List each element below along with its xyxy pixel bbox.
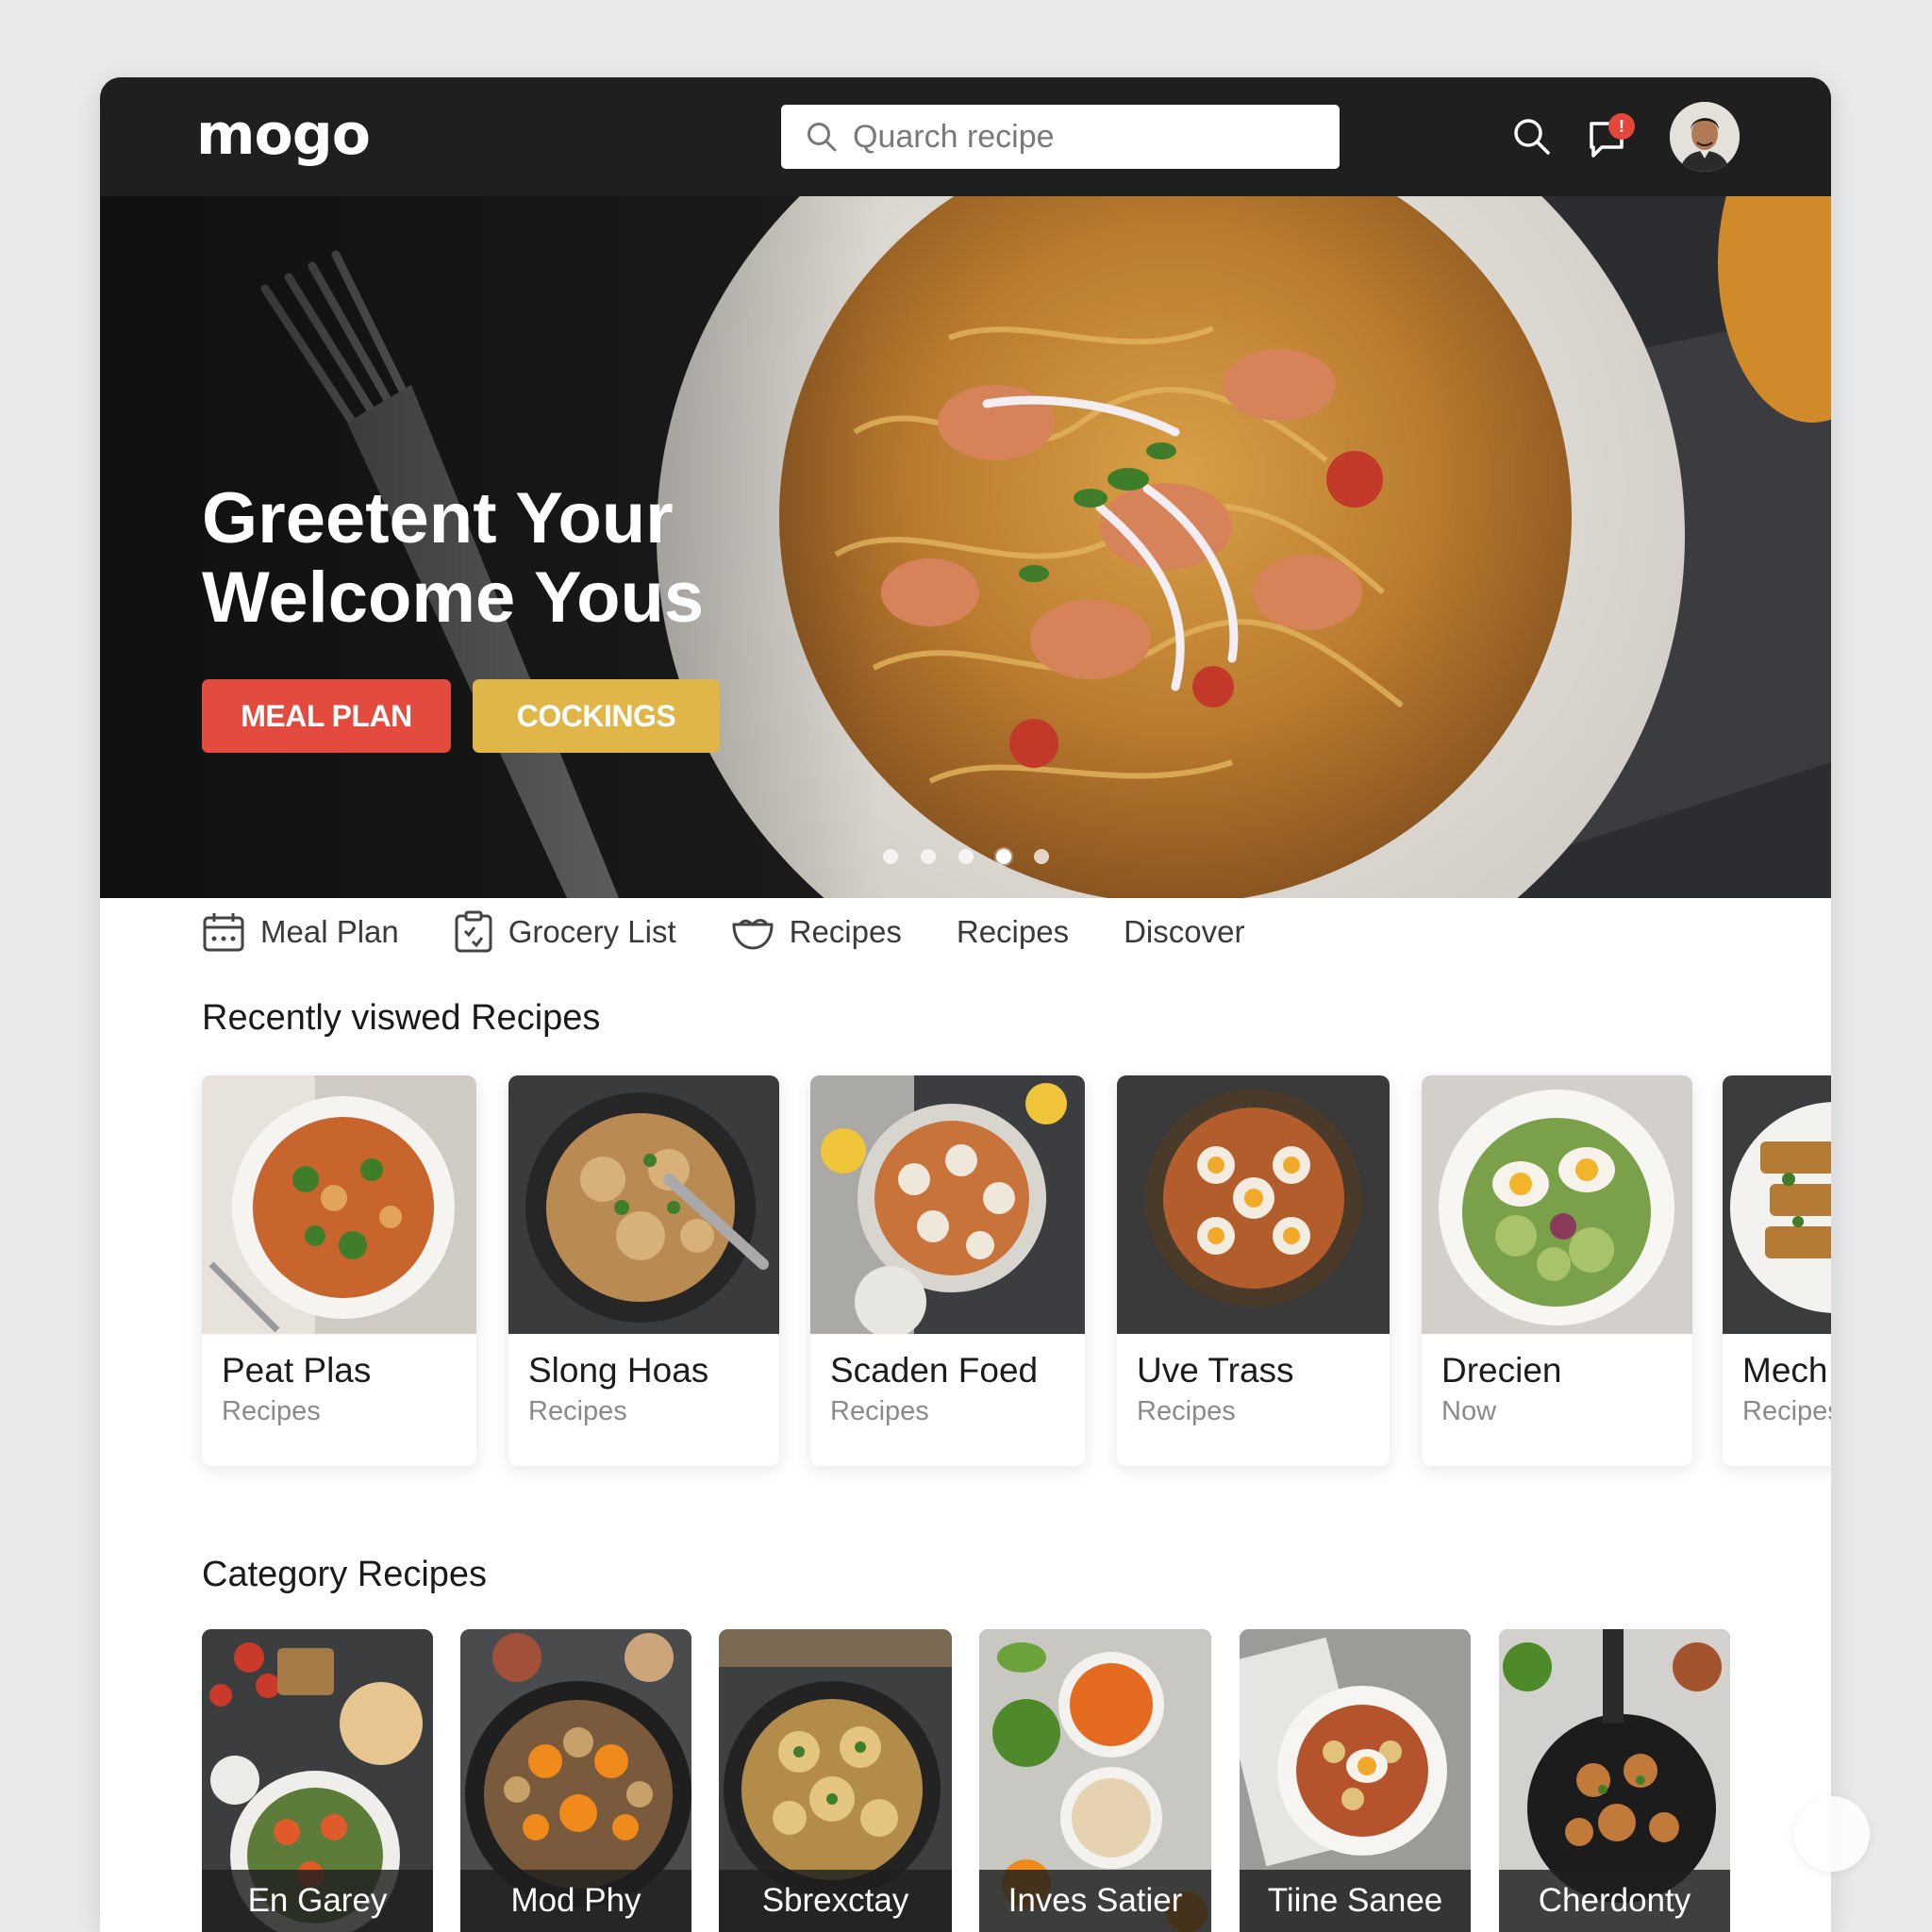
section-nav: Meal Plan Grocery List Recipes Recipes D… (202, 894, 1299, 970)
notification-badge: ! (1608, 113, 1635, 140)
recipe-card[interactable]: Mech Recipes (1723, 1075, 1831, 1466)
recipe-card[interactable]: Drecien Now (1422, 1075, 1692, 1466)
recent-section-title: Recently viswed Recipes (202, 998, 601, 1038)
hero-title: Greetent Your Welcome Yous (202, 479, 919, 638)
category-card[interactable]: En Garey (202, 1629, 433, 1932)
recipe-card-title: Drecien (1441, 1351, 1562, 1390)
calendar-icon (203, 913, 244, 952)
recipe-card-title: Peat Plas (222, 1351, 372, 1390)
recipe-card-subtitle: Recipes (1742, 1396, 1831, 1426)
search-input[interactable] (851, 117, 1326, 157)
nav-item-label: Recipes (956, 914, 1070, 949)
recipe-card-subtitle: Now (1441, 1396, 1497, 1426)
search-icon (808, 123, 837, 152)
app-window: mogo ! (100, 77, 1831, 1932)
category-label: Sbrexctay (719, 1870, 952, 1932)
recipe-image (810, 1075, 1085, 1334)
cookings-button[interactable]: COCKINGS (473, 679, 720, 753)
avatar[interactable] (1670, 102, 1740, 172)
grocery-list-icon (455, 910, 492, 953)
hero-banner: Greetent Your Welcome Yous MEAL PLAN COC… (100, 196, 1831, 898)
recipe-card[interactable]: Scaden Foed Recipes (810, 1075, 1085, 1466)
recipe-image (1117, 1075, 1390, 1334)
nav-item-label: Meal Plan (260, 914, 399, 949)
nav-item-discover[interactable]: Discover (1124, 914, 1244, 950)
info-icon[interactable] (1794, 1796, 1870, 1872)
recipe-card-subtitle: Recipes (528, 1396, 627, 1426)
recipe-image (1422, 1075, 1692, 1334)
carousel-dots (883, 849, 1049, 864)
logo[interactable]: mogo (196, 102, 371, 168)
category-label: Tiine Sanee (1240, 1870, 1471, 1932)
recipe-card-subtitle: Recipes (830, 1396, 929, 1426)
carousel-dot[interactable] (883, 849, 898, 864)
recipe-card[interactable]: Peat Plas Recipes (202, 1075, 476, 1466)
nav-item-meal-plan[interactable]: Meal Plan (202, 911, 399, 953)
recipe-card-title: Uve Trass (1137, 1351, 1294, 1390)
recipe-card-title: Slong Hoas (528, 1351, 709, 1390)
recipe-image (508, 1075, 779, 1334)
recipe-card[interactable]: Slong Hoas Recipes (508, 1075, 779, 1466)
recipe-image (1723, 1075, 1831, 1334)
search-icon[interactable] (1512, 117, 1552, 157)
recipe-card[interactable]: Uve Trass Recipes (1117, 1075, 1390, 1466)
nav-item-grocery-list[interactable]: Grocery List (454, 910, 676, 954)
hero-title-line2: Welcome Yous (202, 558, 705, 638)
carousel-dot[interactable] (958, 849, 974, 864)
carousel-dot[interactable] (921, 849, 936, 864)
category-section-title: Category Recipes (202, 1555, 488, 1594)
recipe-card-title: Mech (1742, 1351, 1828, 1390)
meal-plan-button[interactable]: MEAL PLAN (202, 679, 451, 753)
bowl-icon (732, 919, 774, 950)
top-bar: mogo ! (100, 77, 1831, 196)
recipe-card-title: Scaden Foed (830, 1351, 1039, 1390)
nav-item-label: Recipes (789, 914, 902, 949)
category-card[interactable]: Cherdonty (1499, 1629, 1730, 1932)
recipe-card-subtitle: Recipes (1137, 1396, 1236, 1426)
nav-item-recipes-2[interactable]: Recipes (957, 914, 1069, 950)
category-label: En Garey (202, 1870, 433, 1932)
search-box[interactable] (781, 105, 1340, 169)
carousel-dot[interactable] (996, 849, 1011, 864)
nav-item-recipes[interactable]: Recipes (731, 913, 902, 951)
carousel-dot[interactable] (1034, 849, 1049, 864)
category-label: Cherdonty (1499, 1870, 1730, 1932)
category-card[interactable]: Inves Satier (979, 1629, 1211, 1932)
category-card[interactable]: Tiine Sanee (1240, 1629, 1471, 1932)
recipe-card-subtitle: Recipes (222, 1396, 321, 1426)
category-label: Inves Satier (979, 1870, 1211, 1932)
category-card[interactable]: Sbrexctay (719, 1629, 952, 1932)
category-label: Mod Phy (460, 1870, 691, 1932)
nav-item-label: Discover (1124, 914, 1245, 949)
recipe-image (202, 1075, 476, 1334)
nav-item-label: Grocery List (508, 914, 676, 949)
hero-title-line1: Greetent Your (202, 478, 674, 558)
category-card[interactable]: Mod Phy (460, 1629, 691, 1932)
